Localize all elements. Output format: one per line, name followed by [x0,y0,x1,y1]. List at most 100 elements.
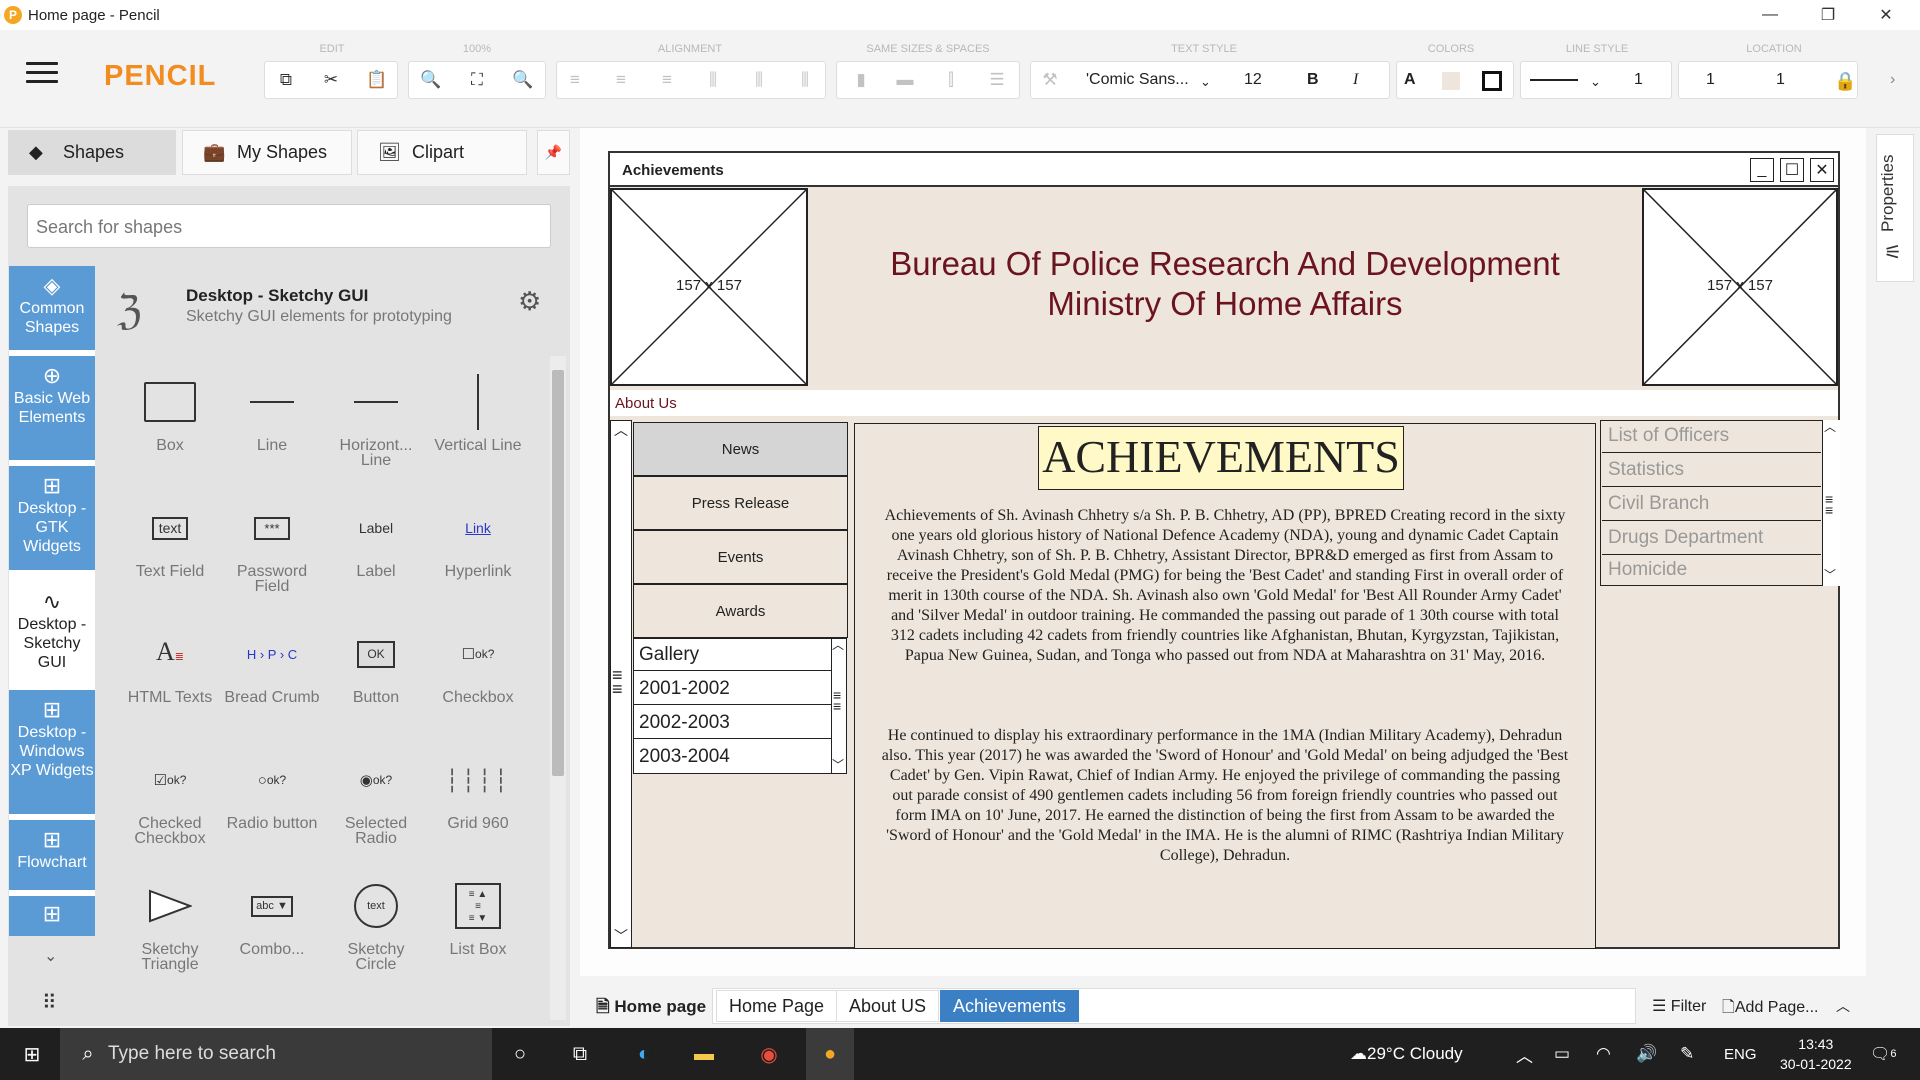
shape-vertical-line[interactable]: Vertical Line [428,374,528,454]
cortana-icon[interactable]: ○ [500,1028,540,1080]
close-button[interactable]: ✕ [1858,0,1914,30]
weather-widget[interactable]: ☁ 29°C Cloudy [1350,1028,1463,1080]
scroll-grip-icon[interactable]: ≡ ≡ [612,666,623,698]
gear-icon[interactable]: ⚙ [518,286,541,317]
document-name[interactable]: 🗎 Home page [596,994,706,1023]
link-civil-branch[interactable]: Civil Branch [1602,488,1821,521]
shape-horizontal-line[interactable]: Horizont... Line [326,374,426,469]
task-view-icon[interactable]: ⧉ [560,1028,600,1080]
toolbar-more-chevron-icon[interactable]: › [1890,71,1895,89]
italic-button[interactable]: I [1353,71,1358,89]
shape-radio[interactable]: ○ ok? Radio button [222,752,322,832]
align-left-icon[interactable]: ≡ [562,67,588,93]
align-top-icon[interactable]: ⫼ [700,67,726,93]
shape-list-box[interactable]: ≡ ▲ ≡ ≡ ▼ List Box [428,878,528,958]
format-painter-icon[interactable]: ⚒ [1037,67,1063,93]
zoom-in-icon[interactable]: 🔍 [510,67,536,93]
shape-checked-checkbox[interactable]: ☑ ok? Checked Checkbox [120,752,220,847]
chevron-down-icon[interactable]: ⌄ [44,946,57,966]
nav-awards[interactable]: Awards [633,584,848,638]
pin-icon[interactable]: 📌 [537,130,570,175]
frame-close-icon[interactable]: ✕ [1810,158,1834,182]
about-us-link[interactable]: About Us [610,390,1838,416]
location-y-input[interactable]: 1 [1776,71,1785,89]
gallery-scroll-up-icon[interactable]: ︿ [832,636,844,653]
shape-sketchy-triangle[interactable]: Sketchy Triangle [120,878,220,973]
search-shapes-input[interactable]: Search for shapes [27,204,551,248]
align-middle-icon[interactable]: ⫼ [746,67,772,93]
gallery-item[interactable]: 2001-2002 [633,672,831,705]
gallery-scroll-down-icon[interactable]: ﹀ [832,756,844,773]
line-style-preview[interactable] [1530,79,1578,81]
cut-icon[interactable]: ✂ [318,67,344,93]
chevron-up-icon[interactable]: ︿ [1836,996,1850,1016]
category-flowchart[interactable]: ⊞ Flowchart [9,820,95,890]
clock[interactable]: 13:43 30-01-2022 [1780,1028,1852,1080]
filter-button[interactable]: ☰ Filter [1652,996,1706,1016]
stroke-color-swatch[interactable] [1482,71,1502,91]
shape-button[interactable]: OK Button [326,626,426,706]
restore-button[interactable]: ❐ [1800,0,1856,30]
volume-icon[interactable]: 🔊 [1636,1028,1657,1080]
zoom-out-icon[interactable]: 🔍 [418,67,444,93]
page-tab-achievements[interactable]: Achievements [940,990,1080,1022]
category-basic-web[interactable]: ⊕ Basic Web Elements [9,356,95,460]
shape-text-field[interactable]: text Text Field [120,500,220,580]
frame-maximize-icon[interactable]: ☐ [1780,158,1804,182]
right-scroll-grip-icon[interactable]: ≡ ≡ [1825,492,1833,517]
same-width-icon[interactable]: ▮ [848,67,874,93]
wifi-icon[interactable]: ◠ [1596,1028,1611,1080]
category-gtk[interactable]: ⊞ Desktop - GTK Widgets [9,466,95,570]
shape-box[interactable]: Box [120,374,220,454]
paste-icon[interactable]: 📋 [364,67,390,93]
shape-breadcrumb[interactable]: H › P › C Bread Crumb [222,626,322,706]
tab-my-shapes[interactable]: 💼 My Shapes [182,130,352,175]
zoom-fit-icon[interactable]: ⛶ [464,67,490,93]
space-v-icon[interactable]: ☰ [984,67,1010,93]
shape-grid-960[interactable]: ┆┆┆┆ Grid 960 [428,752,528,832]
right-scroll-up-icon[interactable]: ︿ [1824,418,1836,435]
nav-press-release[interactable]: Press Release [633,476,848,530]
page-tab-home[interactable]: Home Page [716,990,838,1022]
page-tab-about[interactable]: About US [836,990,940,1022]
link-statistics[interactable]: Statistics [1602,454,1821,487]
shape-checkbox[interactable]: ☐ ok? Checkbox [428,626,528,706]
shape-combo[interactable]: abc ▼ Combo... [222,878,322,958]
scroll-down-icon[interactable]: ﹀ [614,926,628,946]
chrome-icon[interactable]: ◉ [746,1028,792,1080]
line-width-input[interactable]: 1 [1634,71,1643,89]
notification-icon[interactable]: 🗨 6 [1870,1028,1896,1080]
align-right-icon[interactable]: ≡ [654,67,680,93]
font-chevron-down-icon[interactable]: ⌄ [1200,74,1211,90]
bold-button[interactable]: B [1307,71,1319,89]
tab-shapes[interactable]: ◆ Shapes [8,130,176,175]
space-h-icon[interactable]: ⫿ [938,67,964,93]
windows-start-icon[interactable]: ⊞ [10,1028,54,1080]
gallery-scroll-grip-icon[interactable]: ≡ ≡ [833,688,841,713]
shape-password-field[interactable]: *** Password Field [222,500,322,595]
font-size-input[interactable]: 12 [1244,71,1262,89]
line-style-chevron-down-icon[interactable]: ⌄ [1590,74,1601,90]
scroll-up-icon[interactable]: ︿ [614,420,628,440]
shape-label[interactable]: Label Label [326,500,426,580]
right-scroll-down-icon[interactable]: ﹀ [1824,566,1836,583]
link-list-of-officers[interactable]: List of Officers [1602,420,1821,453]
pencil-taskbar-icon[interactable]: ● [806,1028,854,1080]
taskbar-search[interactable]: Type here to search [60,1028,492,1080]
file-explorer-icon[interactable]: ▬ [684,1028,724,1080]
nav-news[interactable]: News [633,422,848,476]
location-x-input[interactable]: 1 [1706,71,1715,89]
fill-color-swatch[interactable] [1442,72,1460,90]
shape-html-texts[interactable]: A≣ HTML Texts [120,626,220,706]
font-family-select[interactable]: 'Comic Sans... [1086,71,1189,89]
gallery-item[interactable]: 2003-2004 [633,740,831,773]
category-winxp[interactable]: ⊞ Desktop - Windows XP Widgets [9,690,95,814]
category-common-shapes[interactable]: ◈ Common Shapes [9,266,95,350]
gallery-item[interactable]: Gallery [633,638,831,671]
add-page-button[interactable]: 🗋Add Page... [1722,996,1819,1023]
frame-minimize-icon[interactable]: _ [1750,158,1774,182]
minimize-button[interactable]: — [1742,0,1798,30]
language-indicator[interactable]: ENG [1724,1028,1757,1080]
shape-hyperlink[interactable]: Link Hyperlink [428,500,528,580]
apps-grid-icon[interactable]: ⠿ [42,990,57,1015]
